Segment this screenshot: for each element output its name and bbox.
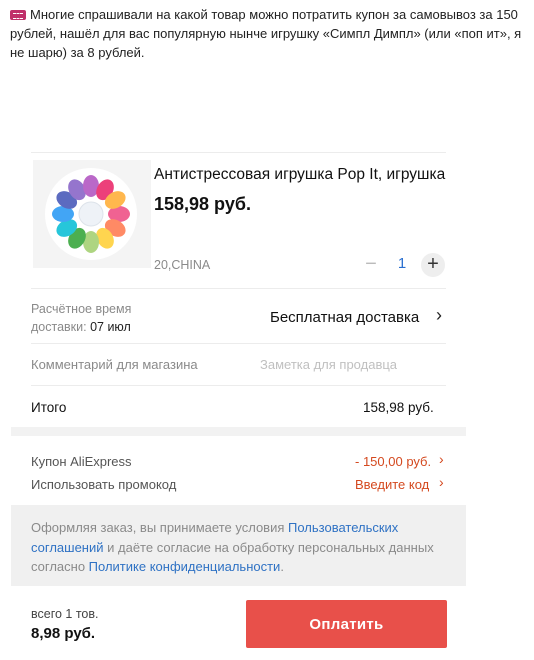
- total-label: Итого: [31, 400, 67, 415]
- seller-note-input[interactable]: [256, 351, 446, 377]
- delivery-time-label: Расчётное время доставки: 07 июл: [31, 300, 131, 336]
- divider: [31, 343, 446, 344]
- product-price: 158,98 руб.: [154, 194, 251, 214]
- chevron-right-icon[interactable]: ›: [436, 305, 442, 326]
- delivery-option[interactable]: Бесплатная доставка: [270, 309, 419, 326]
- product-variant: 20,CHINA: [154, 258, 211, 272]
- coupon-chevron-icon[interactable]: ›: [439, 451, 444, 467]
- pay-button[interactable]: Оплатить: [246, 600, 447, 648]
- product-image[interactable]: [33, 160, 151, 268]
- promo-label: Использовать промокод: [31, 477, 177, 492]
- post-body: Многие спрашивали на какой товар можно п…: [10, 7, 522, 60]
- grand-total: 8,98 руб.: [31, 625, 96, 642]
- coupon-label: Купон AliExpress: [31, 454, 132, 469]
- product-title[interactable]: Антистрессовая игрушка Pop It, игрушка: [154, 166, 454, 184]
- checkout-card: Антистрессовая игрушка Pop It, игрушка 1…: [11, 148, 466, 660]
- terms-notice: Оформляя заказ, вы принимаете условия По…: [11, 505, 466, 586]
- quantity-value: 1: [397, 255, 407, 272]
- quantity-stepper: − 1 +: [359, 253, 445, 279]
- promo-code-link[interactable]: Введите код: [355, 477, 429, 492]
- divider: [31, 385, 446, 386]
- quantity-plus-button[interactable]: +: [421, 253, 445, 277]
- delivery-date: 07 июл: [90, 320, 131, 334]
- delivery-time-line1: Расчётное время: [31, 302, 132, 316]
- terms-text-1: Оформляя заказ, вы принимаете условия: [31, 520, 288, 535]
- coupon-value[interactable]: - 150,00 руб.: [355, 454, 431, 469]
- pop-it-flower-icon: [33, 160, 151, 268]
- promo-chevron-icon[interactable]: ›: [439, 474, 444, 490]
- terms-text-3: .: [280, 559, 284, 574]
- privacy-policy-link[interactable]: Политике конфиденциальности: [89, 559, 281, 574]
- divider: [31, 288, 446, 289]
- comment-label: Комментарий для магазина: [31, 357, 198, 372]
- section-separator: [11, 427, 466, 436]
- total-value: 158,98 руб.: [363, 400, 434, 415]
- items-count: всего 1 тов.: [31, 607, 99, 621]
- ticket-icon: [10, 10, 26, 20]
- quantity-minus-button[interactable]: −: [359, 253, 383, 277]
- post-text: Многие спрашивали на какой товар можно п…: [10, 5, 525, 62]
- divider: [31, 152, 446, 153]
- delivery-time-line2: доставки:: [31, 320, 91, 334]
